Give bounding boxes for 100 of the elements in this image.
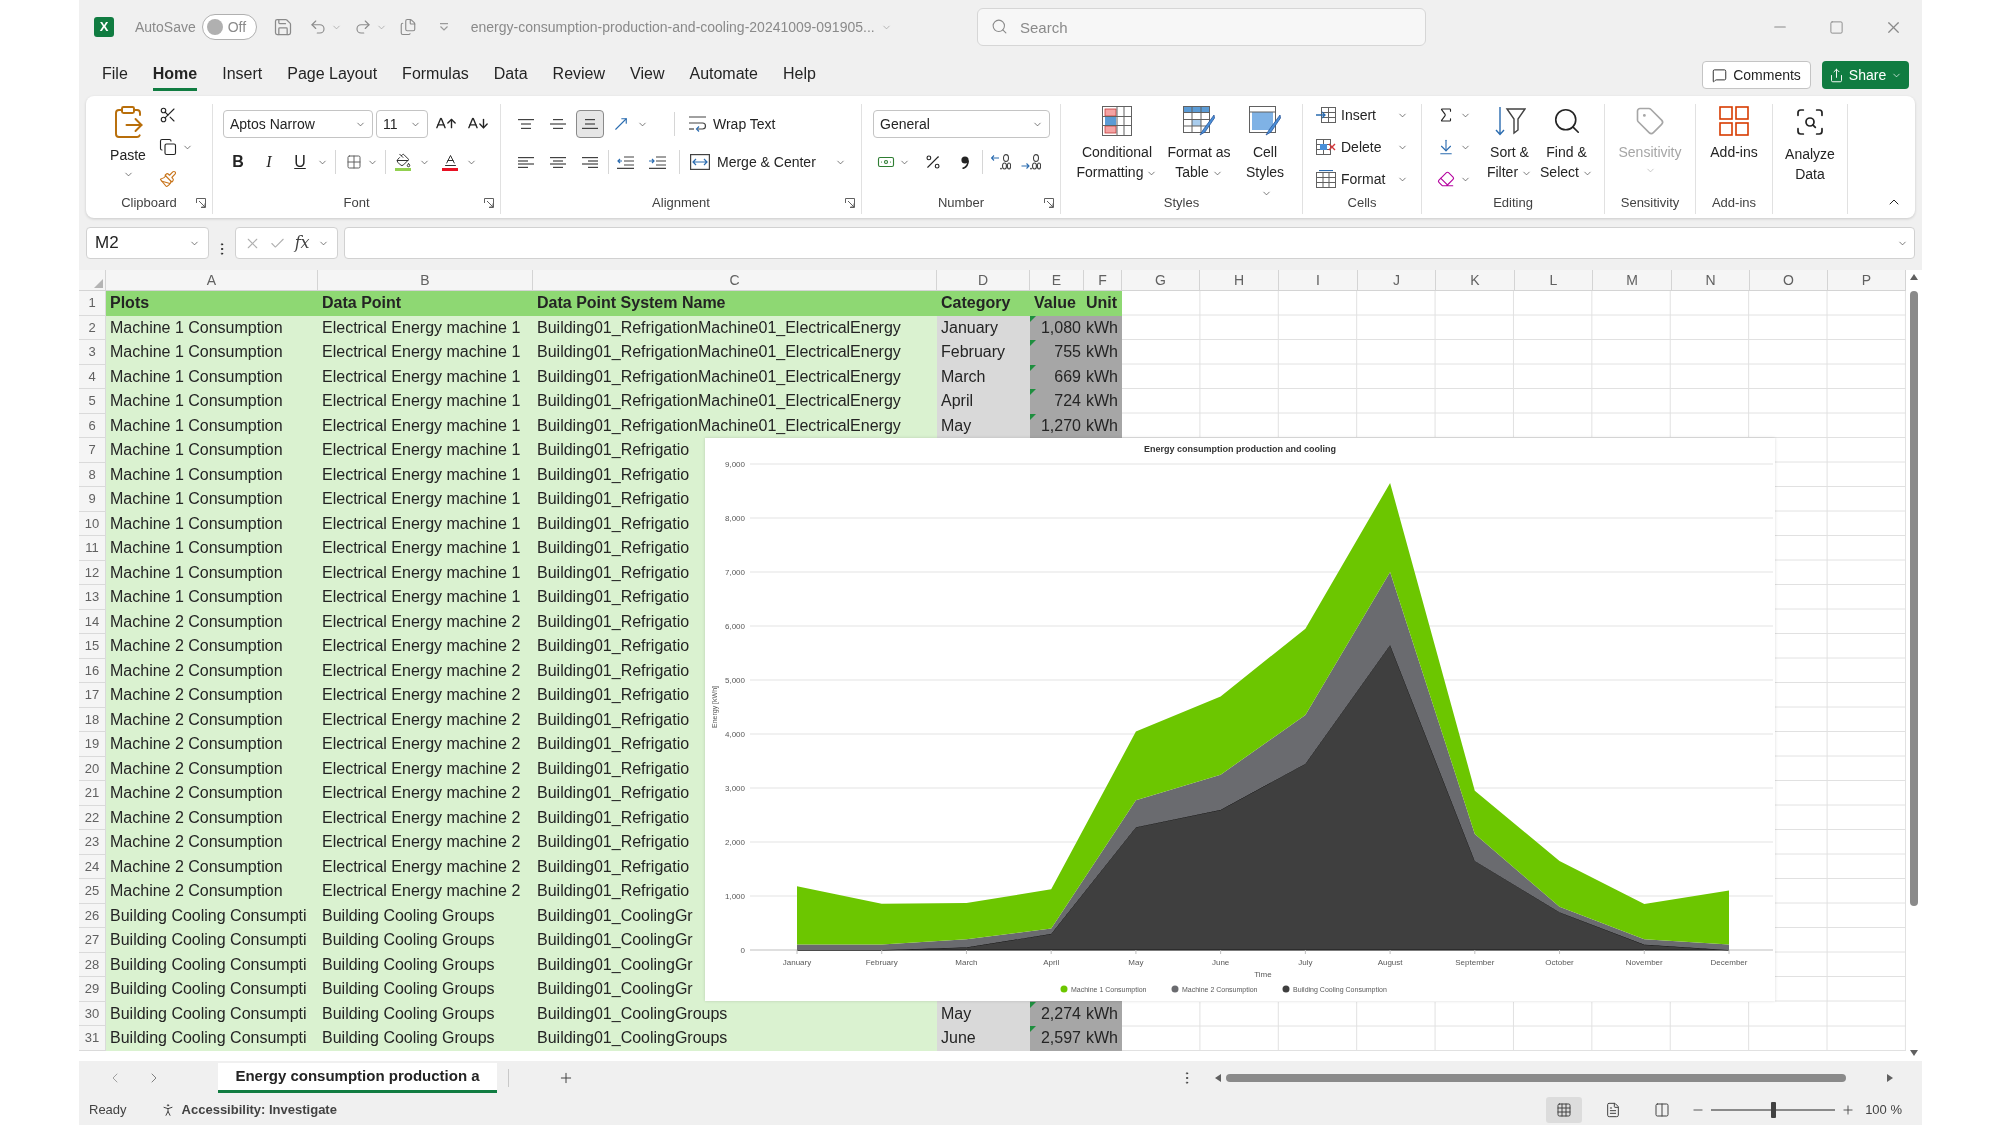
percent-icon[interactable] bbox=[924, 153, 942, 171]
four-squares-icon[interactable] bbox=[1719, 106, 1749, 136]
row-header[interactable]: 7 bbox=[79, 438, 106, 463]
wrap-text-button[interactable]: Wrap Text bbox=[689, 110, 776, 138]
row-header[interactable]: 22 bbox=[79, 805, 106, 830]
row-header[interactable]: 21 bbox=[79, 781, 106, 806]
delete-cells-button[interactable]: Delete bbox=[1316, 136, 1408, 158]
column-header[interactable]: J bbox=[1358, 270, 1436, 291]
column-header[interactable]: G bbox=[1122, 270, 1200, 291]
dialog-launcher-icon[interactable] bbox=[484, 198, 494, 208]
menu-tab[interactable]: Automate bbox=[689, 59, 758, 91]
row-header[interactable]: 4 bbox=[79, 364, 106, 389]
find-select-button[interactable]: Find & Select bbox=[1539, 106, 1594, 192]
row-header[interactable]: 29 bbox=[79, 977, 106, 1002]
triangle-right-icon[interactable] bbox=[1887, 1074, 1893, 1082]
menu-tab[interactable]: Home bbox=[152, 59, 198, 91]
app-logo[interactable]: X bbox=[94, 17, 114, 37]
row-header[interactable]: 19 bbox=[79, 732, 106, 757]
table-brush-icon[interactable] bbox=[1183, 106, 1215, 136]
align-right-icon[interactable] bbox=[582, 156, 598, 168]
column-header[interactable]: L bbox=[1515, 270, 1593, 291]
column-header[interactable]: M bbox=[1593, 270, 1672, 291]
column-header[interactable]: I bbox=[1279, 270, 1358, 291]
add-ins-button[interactable]: Add-ins bbox=[1702, 106, 1766, 192]
row-header[interactable]: 2 bbox=[79, 315, 106, 340]
row-header[interactable]: 12 bbox=[79, 560, 106, 585]
row-header[interactable]: 17 bbox=[79, 683, 106, 708]
row-header[interactable]: 13 bbox=[79, 585, 106, 610]
colored-grid-icon[interactable] bbox=[1102, 106, 1132, 136]
arrow-funnel-icon[interactable] bbox=[1493, 106, 1526, 136]
plus-icon[interactable] bbox=[1841, 1103, 1856, 1117]
right-arrow-zeros-icon[interactable] bbox=[1021, 154, 1041, 170]
column-header[interactable]: P bbox=[1828, 270, 1906, 291]
grid-icon[interactable] bbox=[1556, 1102, 1573, 1118]
dialog-launcher-icon[interactable] bbox=[845, 198, 855, 208]
diagonal-arrow-icon[interactable] bbox=[612, 115, 630, 133]
paste-button[interactable]: Paste bbox=[103, 104, 153, 192]
eraser-icon[interactable] bbox=[1437, 170, 1455, 188]
row-header[interactable]: 24 bbox=[79, 854, 106, 879]
column-header[interactable]: N bbox=[1672, 270, 1750, 291]
plus-icon[interactable] bbox=[558, 1070, 574, 1086]
share-icon[interactable] bbox=[1828, 67, 1844, 83]
slider-thumb[interactable] bbox=[1771, 1102, 1777, 1118]
formula-input[interactable] bbox=[344, 227, 1915, 259]
wrap-lines-icon[interactable] bbox=[689, 116, 707, 132]
grid-cross-icon[interactable] bbox=[1316, 139, 1336, 155]
line-chevron-icon[interactable] bbox=[438, 23, 449, 31]
italic-button[interactable]: I bbox=[257, 150, 281, 174]
indent-right-icon[interactable] bbox=[649, 155, 666, 169]
row-header[interactable]: 3 bbox=[79, 340, 106, 365]
page-icon[interactable] bbox=[1605, 1102, 1622, 1118]
column-header[interactable]: B bbox=[318, 270, 533, 291]
comma-icon[interactable] bbox=[961, 155, 969, 169]
conditional-formatting-button[interactable]: Conditional Formatting bbox=[1074, 106, 1160, 192]
comment-icon[interactable] bbox=[1712, 67, 1728, 83]
row-header[interactable]: 14 bbox=[79, 609, 106, 634]
row-header[interactable]: 15 bbox=[79, 634, 106, 659]
paintbrush-icon[interactable] bbox=[159, 170, 177, 188]
row-header[interactable]: 20 bbox=[79, 756, 106, 781]
column-header[interactable]: K bbox=[1436, 270, 1515, 291]
align-left-icon[interactable] bbox=[518, 156, 534, 168]
font-size-dropdown[interactable]: 11 bbox=[376, 110, 428, 138]
columns-icon[interactable] bbox=[1654, 1102, 1671, 1118]
save-icon[interactable] bbox=[272, 17, 293, 37]
row-header[interactable]: 27 bbox=[79, 928, 106, 953]
sort-filter-button[interactable]: Sort & Filter bbox=[1482, 106, 1537, 192]
autosave-toggle[interactable]: Off bbox=[201, 14, 257, 40]
indent-left-icon[interactable] bbox=[617, 155, 634, 169]
align-bottom-icon[interactable] bbox=[582, 119, 598, 129]
row-header[interactable]: 5 bbox=[79, 389, 106, 414]
merge-center-button[interactable]: Merge & Center bbox=[690, 148, 846, 176]
format-cells-button[interactable]: Format bbox=[1316, 168, 1408, 190]
align-middle-icon[interactable] bbox=[550, 119, 566, 129]
font-name-dropdown[interactable]: Aptos Narrow bbox=[223, 110, 373, 138]
menu-tab[interactable]: Review bbox=[552, 59, 606, 91]
align-top-icon[interactable] bbox=[518, 119, 534, 129]
column-header[interactable]: H bbox=[1200, 270, 1279, 291]
row-header[interactable]: 31 bbox=[79, 1026, 106, 1051]
format-as-table-button[interactable]: Format as Table bbox=[1165, 106, 1233, 192]
pages-icon[interactable] bbox=[398, 18, 417, 36]
scissors-icon[interactable] bbox=[159, 106, 177, 124]
column-header[interactable]: O bbox=[1750, 270, 1828, 291]
comments-button[interactable]: Comments bbox=[1702, 61, 1811, 89]
paint-bucket-icon[interactable] bbox=[395, 153, 411, 171]
triangle-left-icon[interactable] bbox=[1215, 1074, 1221, 1082]
menu-tab[interactable]: Data bbox=[493, 59, 528, 91]
row-header[interactable]: 16 bbox=[79, 658, 106, 683]
row-header[interactable]: 1 bbox=[79, 291, 106, 316]
scrollbar-thumb[interactable] bbox=[1226, 1074, 1846, 1082]
sheet-tab[interactable]: Energy consumption production a bbox=[218, 1063, 497, 1093]
name-box[interactable]: M2 bbox=[86, 227, 209, 259]
grid-frame-icon[interactable] bbox=[1316, 170, 1336, 188]
row-header[interactable]: 8 bbox=[79, 462, 106, 487]
insert-cells-button[interactable]: Insert bbox=[1316, 104, 1408, 126]
cell-styles-button[interactable]: Cell Styles bbox=[1240, 106, 1290, 192]
scrollbar-thumb[interactable] bbox=[1910, 291, 1918, 906]
row-header[interactable]: 11 bbox=[79, 536, 106, 561]
row-header[interactable]: 28 bbox=[79, 952, 106, 977]
column-header[interactable]: C bbox=[533, 270, 937, 291]
insert-function-button[interactable]: fx bbox=[294, 231, 310, 255]
